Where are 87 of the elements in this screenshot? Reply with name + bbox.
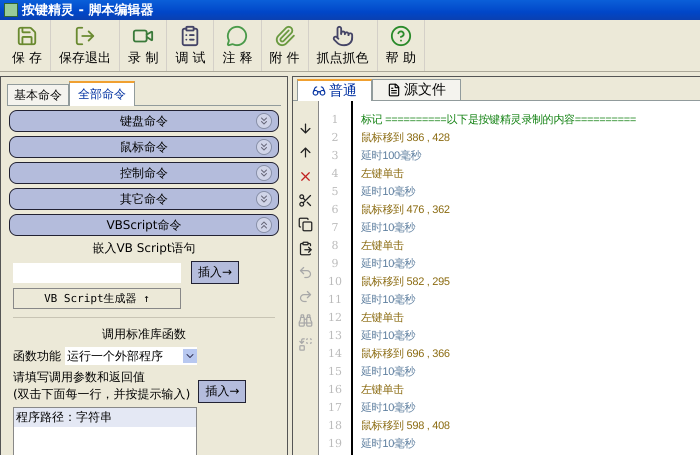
toolbar-button[interactable]: 保存退出	[51, 20, 120, 71]
down-arrow-icon	[298, 120, 313, 136]
insert-button[interactable]: 插入→	[198, 380, 246, 403]
toolbar-button[interactable]: 附 件	[262, 20, 309, 71]
code-line: 延时100毫秒	[361, 148, 422, 164]
line-number: 2	[330, 130, 340, 146]
field-label: 请填写调用参数和返回值	[13, 369, 146, 386]
paperclip-icon	[274, 24, 296, 46]
code-line: 鼠标移到 476 , 362	[361, 203, 450, 218]
toolbar-button[interactable]: 录 制	[120, 20, 168, 71]
code-line: 鼠标移到 598 , 408	[361, 419, 450, 434]
code-line: 延时10毫秒	[361, 436, 416, 452]
toolbar-button[interactable]: 注 释	[214, 20, 262, 71]
code-line: 延时10毫秒	[361, 184, 416, 200]
input-field[interactable]	[13, 262, 181, 282]
line-number: 18	[327, 418, 343, 434]
field-label: 函数功能	[13, 348, 61, 364]
line-number: 19	[327, 436, 343, 452]
section-heading: 调用标准库函数	[101, 326, 187, 343]
line-number: 13	[327, 328, 343, 344]
glasses-icon	[312, 84, 326, 98]
line-number: 16	[327, 382, 343, 398]
copy-icon	[298, 216, 313, 232]
clipboard-icon	[179, 24, 202, 46]
toolbar-button[interactable]: 调 试	[167, 20, 214, 71]
toolbar-button[interactable]: 抓点抓色	[308, 20, 378, 71]
list-item[interactable]: 程序路径：字符串	[14, 408, 196, 427]
code-line: 鼠标移到 386 , 428	[361, 131, 450, 146]
tab[interactable]: 普通	[297, 79, 372, 101]
code-line: 延时10毫秒	[361, 256, 416, 272]
line-number: 17	[327, 400, 343, 416]
section-header[interactable]: 控制命令	[9, 162, 279, 184]
scissors-icon	[298, 192, 313, 208]
code-line: 鼠标移到 696 , 366	[361, 347, 450, 362]
tab[interactable]: 源文件	[372, 79, 461, 100]
line-number: 12	[327, 310, 343, 326]
line-number: 7	[330, 220, 340, 236]
section-header[interactable]: 鼠标命令	[9, 136, 279, 158]
code-line: 延时10毫秒	[361, 328, 416, 344]
binoculars-icon	[298, 312, 313, 328]
replace-icon	[298, 336, 313, 352]
code-line: 左键单击	[361, 167, 404, 182]
help-icon	[390, 24, 412, 46]
line-number: 10	[327, 274, 343, 290]
toolbar-button[interactable]: 帮 助	[378, 20, 425, 71]
code-line: 延时10毫秒	[361, 220, 416, 236]
save-icon	[16, 24, 38, 46]
app-icon	[4, 3, 18, 17]
section-header[interactable]: VBScript命令	[9, 214, 279, 236]
line-number: 3	[330, 148, 340, 164]
line-number: 15	[327, 364, 343, 380]
document-icon	[387, 83, 401, 97]
caret-icon	[183, 349, 197, 363]
section-header[interactable]: 键盘命令	[9, 110, 279, 132]
line-number: 9	[330, 256, 340, 272]
line-number: 14	[327, 346, 343, 362]
tool-button[interactable]	[296, 215, 314, 233]
section-header[interactable]: 其它命令	[9, 188, 279, 210]
code-line: 鼠标移到 582 , 295	[361, 275, 450, 290]
tab[interactable]: 全部命令	[69, 81, 135, 106]
redo-icon	[298, 288, 313, 304]
line-number: 1	[330, 112, 340, 128]
code-line: 左键单击	[361, 239, 404, 254]
generator-button[interactable]: VB Script生成器 ↑	[13, 288, 181, 309]
hint-text: (双击下面每一行，并按提示输入)	[13, 386, 190, 403]
section-heading: 嵌入VB Script语句	[91, 240, 197, 257]
undo-icon	[298, 264, 313, 280]
code-line: 延时10毫秒	[361, 400, 416, 416]
code-line: 延时10毫秒	[361, 364, 416, 380]
exit-icon	[74, 24, 96, 46]
code-line: 左键单击	[361, 311, 404, 326]
pointing-hand-icon	[332, 24, 354, 46]
paste-icon	[298, 240, 313, 256]
code-line: 左键单击	[361, 383, 404, 398]
line-number: 4	[330, 166, 340, 182]
line-number: 6	[330, 202, 340, 218]
speech-bubble-icon	[226, 24, 248, 46]
line-number: 8	[330, 238, 340, 254]
function-dropdown[interactable]: 运行一个外部程序	[65, 347, 197, 365]
line-number: 5	[330, 184, 340, 200]
insert-button[interactable]: 插入→	[191, 261, 240, 284]
line-number: 11	[327, 292, 343, 308]
tab[interactable]: 基本命令	[7, 84, 69, 105]
code-line: 延时10毫秒	[361, 292, 416, 308]
code-line: 标记 ==========以下是按键精灵录制的内容==========	[361, 112, 636, 128]
toolbar-button[interactable]: 保 存	[4, 20, 52, 71]
window-title: 按键精灵 - 脚本编辑器	[22, 2, 154, 19]
